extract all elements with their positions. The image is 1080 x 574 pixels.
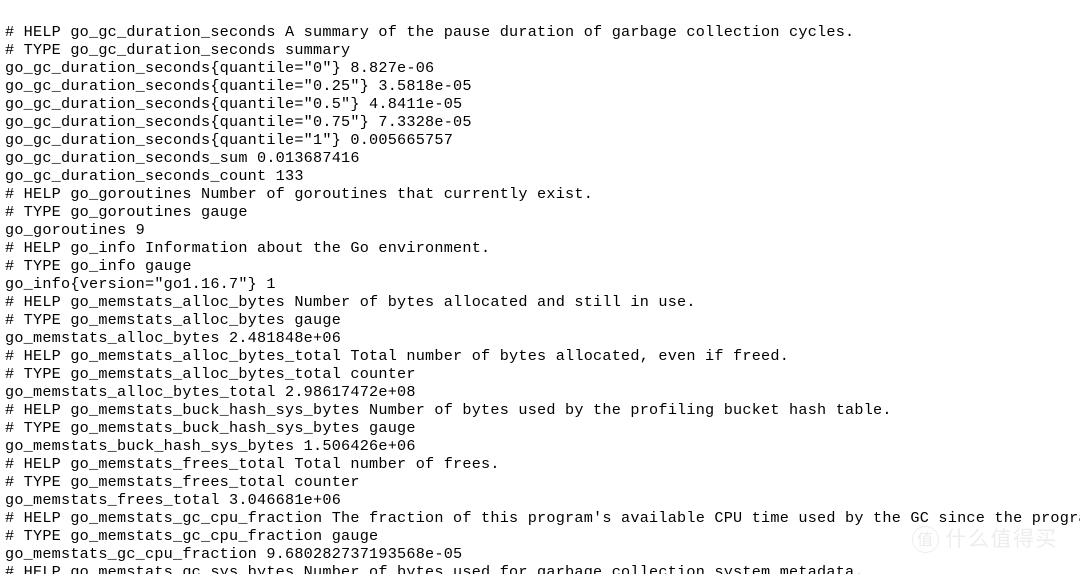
metrics-line: go_gc_duration_seconds{quantile="0"} 8.8… xyxy=(5,59,435,77)
metrics-line: go_memstats_alloc_bytes_total 2.98617472… xyxy=(5,383,416,401)
metrics-line: go_memstats_alloc_bytes 2.481848e+06 xyxy=(5,329,342,347)
metrics-line: go_gc_duration_seconds{quantile="0.25"} … xyxy=(5,77,472,95)
metrics-line: # HELP go_memstats_gc_cpu_fraction The f… xyxy=(5,509,1080,527)
metrics-line: go_gc_duration_seconds_sum 0.013687416 xyxy=(5,149,360,167)
metrics-line: # HELP go_info Information about the Go … xyxy=(5,239,491,257)
metrics-text-output: # HELP go_gc_duration_seconds A summary … xyxy=(0,13,1080,574)
metrics-line: # HELP go_memstats_frees_total Total num… xyxy=(5,455,500,473)
metrics-line: # TYPE go_gc_duration_seconds summary xyxy=(5,41,351,59)
metrics-line: # TYPE go_memstats_alloc_bytes_total cou… xyxy=(5,365,416,383)
metrics-line: # HELP go_memstats_alloc_bytes Number of… xyxy=(5,293,696,311)
metrics-line: # TYPE go_memstats_buck_hash_sys_bytes g… xyxy=(5,419,416,437)
metrics-line: # HELP go_memstats_alloc_bytes_total Tot… xyxy=(5,347,790,365)
metrics-line: # HELP go_goroutines Number of goroutine… xyxy=(5,185,594,203)
metrics-line: go_info{version="go1.16.7"} 1 xyxy=(5,275,276,293)
metrics-line: go_memstats_buck_hash_sys_bytes 1.506426… xyxy=(5,437,416,455)
metrics-line: # TYPE go_memstats_gc_cpu_fraction gauge xyxy=(5,527,379,545)
metrics-line: # TYPE go_memstats_frees_total counter xyxy=(5,473,360,491)
metrics-line: # HELP go_gc_duration_seconds A summary … xyxy=(5,23,855,41)
metrics-line: # TYPE go_info gauge xyxy=(5,257,192,275)
metrics-line: go_goroutines 9 xyxy=(5,221,146,239)
metrics-line: # HELP go_memstats_gc_sys_bytes Number o… xyxy=(5,563,864,574)
metrics-line: go_memstats_frees_total 3.046681e+06 xyxy=(5,491,342,509)
metrics-line: go_memstats_gc_cpu_fraction 9.6802827371… xyxy=(5,545,463,563)
metrics-line: # HELP go_memstats_buck_hash_sys_bytes N… xyxy=(5,401,892,419)
metrics-line: go_gc_duration_seconds{quantile="0.5"} 4… xyxy=(5,95,463,113)
metrics-line: # TYPE go_goroutines gauge xyxy=(5,203,248,221)
metrics-line: go_gc_duration_seconds{quantile="0.75"} … xyxy=(5,113,472,131)
metrics-line: go_gc_duration_seconds{quantile="1"} 0.0… xyxy=(5,131,454,149)
metrics-line: go_gc_duration_seconds_count 133 xyxy=(5,167,304,185)
metrics-line: # TYPE go_memstats_alloc_bytes gauge xyxy=(5,311,342,329)
